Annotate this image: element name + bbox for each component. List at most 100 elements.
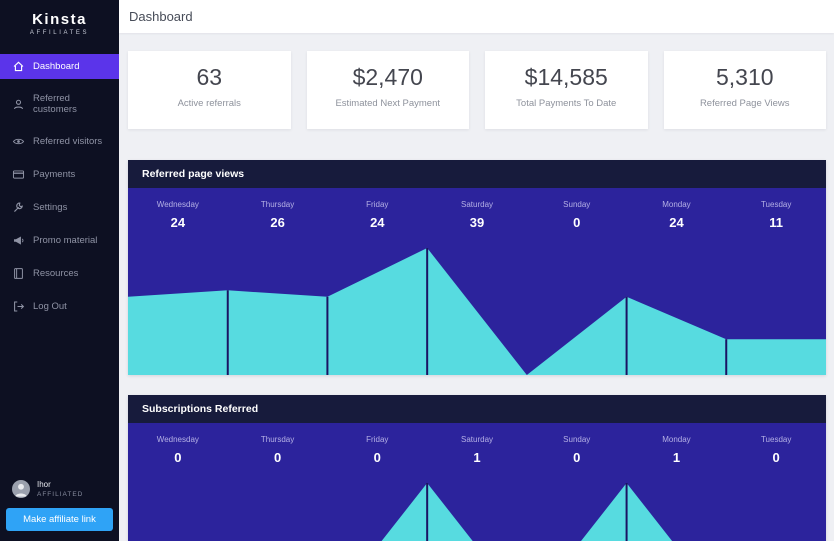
day-label: Tuesday [760,200,792,209]
sidebar-item-settings[interactable]: Settings [0,195,119,220]
page-title: Dashboard [129,9,193,24]
day-value: 0 [174,450,182,465]
sidebar-item-label: Dashboard [33,61,80,72]
day-label: Friday [366,200,389,209]
stat-card-active-referrals: 63 Active referrals [128,51,291,129]
sidebar-item-dashboard[interactable]: Dashboard [0,54,119,79]
wrench-icon [12,201,25,214]
user-block[interactable]: Ihor AFFILIATED [6,480,113,498]
stat-value: $14,585 [524,64,608,90]
day-value: 0 [573,450,581,465]
sidebar-item-referred-customers[interactable]: Referred customers [0,87,119,121]
chart-title: Referred page views [128,160,826,188]
chart-title: Subscriptions Referred [128,395,826,423]
eye-icon [12,135,25,148]
sidebar-item-label: Referred customers [33,93,77,115]
chart-day-column: Sunday 0 [527,188,627,230]
day-label: Sunday [563,435,591,444]
sidebar-item-label: Payments [33,169,76,180]
day-value: 1 [473,450,481,465]
chart-day-column: Monday 1 [627,423,727,465]
sidebar-item-label: Resources [33,268,79,279]
referred-page-views-panel: Referred page views Wednesday 24 Thursday 2… [128,160,826,375]
chart-day-column: Thursday 0 [228,423,328,465]
sidebar-item-label: Referred visitors [33,136,103,147]
day-label: Wednesday [156,435,199,444]
chart-day-column: Friday 0 [327,423,427,465]
stat-label: Referred Page Views [699,98,790,109]
day-value: 1 [672,450,681,465]
chart-day-column: Wednesday 24 [128,188,228,230]
day-value: 24 [370,215,385,230]
chart-area: Wednesday 0 Thursday 0 Friday 0 Saturday 1 Sunda… [128,423,826,541]
stats-row: 63 Active referrals $2,470 Estimated Next P… [128,51,826,129]
stat-card-total-payments-to-date: $14,585 Total Payments To Date [485,51,648,129]
chart-day-column: Tuesday 0 [726,423,826,465]
sidebar-nav: Dashboard Referred customers Referred visi… [0,54,119,327]
stat-value: $2,470 [352,64,423,90]
day-value: 26 [270,215,285,230]
user-icon [12,98,25,111]
stat-value: 5,310 [715,64,774,90]
day-label: Saturday [461,200,494,209]
sidebar-item-resources[interactable]: Resources [0,261,119,286]
user-name: Ihor [37,480,51,490]
user-role: AFFILIATED [37,490,84,498]
stat-label: Active referrals [177,98,241,109]
card-icon [12,168,25,181]
megaphone-icon [12,234,25,247]
chart-area: Wednesday 24 Thursday 26 Friday 24 Saturday 39 S… [128,188,826,375]
day-label: Tuesday [760,435,792,444]
chart-day-column: Monday 24 [627,188,727,230]
logo-text: Kinsta [32,11,87,28]
sidebar-item-log-out[interactable]: Log Out [0,294,119,319]
chart-day-column: Thursday 26 [228,188,328,230]
day-label: Monday [662,435,691,444]
main-area: Dashboard 63 Active referrals $2,470 Estima… [119,0,834,541]
stat-label: Estimated Next Payment [335,98,441,109]
day-value: 0 [373,450,381,465]
logo-subtitle: AFFILIATES [29,30,90,36]
sidebar: Kinsta AFFILIATES Dashboard Referred cust… [0,0,119,541]
chart-day-column: Sunday 0 [527,423,627,465]
sidebar-item-label: Promo material [33,235,98,246]
sidebar-item-referred-visitors[interactable]: Referred visitors [0,129,119,154]
topbar: Dashboard [119,0,834,33]
day-label: Thursday [260,200,295,209]
day-value: 24 [669,215,684,230]
day-value: 24 [170,215,186,230]
stat-value: 63 [196,64,223,90]
sidebar-bottom: Ihor AFFILIATED Make affiliate link [0,472,119,541]
sidebar-item-label: Settings [33,202,68,213]
day-value: 0 [772,450,780,465]
day-value: 0 [273,450,282,465]
content: 63 Active referrals $2,470 Estimated Next P… [119,33,834,541]
logout-icon [12,300,25,313]
day-label: Saturday [461,435,494,444]
day-label: Monday [662,200,691,209]
avatar [12,480,30,498]
home-icon [12,60,25,73]
chart-day-column: Saturday 1 [427,423,527,465]
kinsta-logo: Kinsta AFFILIATES [0,0,119,48]
make-affiliate-link-button[interactable]: Make affiliate link [6,508,113,531]
day-label: Wednesday [156,200,199,209]
chart-day-column: Tuesday 11 [726,188,826,230]
sidebar-item-label: Log Out [33,301,67,312]
sidebar-item-payments[interactable]: Payments [0,162,119,187]
chart-day-column: Wednesday 0 [128,423,228,465]
day-label: Sunday [563,200,591,209]
sidebar-item-promo-material[interactable]: Promo material [0,228,119,253]
app-window: Kinsta AFFILIATES Dashboard Referred cust… [0,0,834,541]
stat-card-referred-page-views: 5,310 Referred Page Views [663,51,826,129]
day-label: Friday [366,435,389,444]
chart-day-row: Wednesday 0 Thursday 0 Friday 0 Saturday 1 Sunda… [128,423,826,465]
book-icon [12,267,25,280]
chart-day-column: Saturday 39 [427,188,527,230]
day-value: 39 [469,215,485,230]
stat-card-estimated-next-payment: $2,470 Estimated Next Payment [306,51,469,129]
subscriptions-referred-panel: Subscriptions Referred Wednesday 0 Thursda… [128,395,826,541]
day-label: Thursday [260,435,295,444]
chart-day-column: Friday 24 [327,188,427,230]
stat-label: Total Payments To Date [516,98,617,109]
